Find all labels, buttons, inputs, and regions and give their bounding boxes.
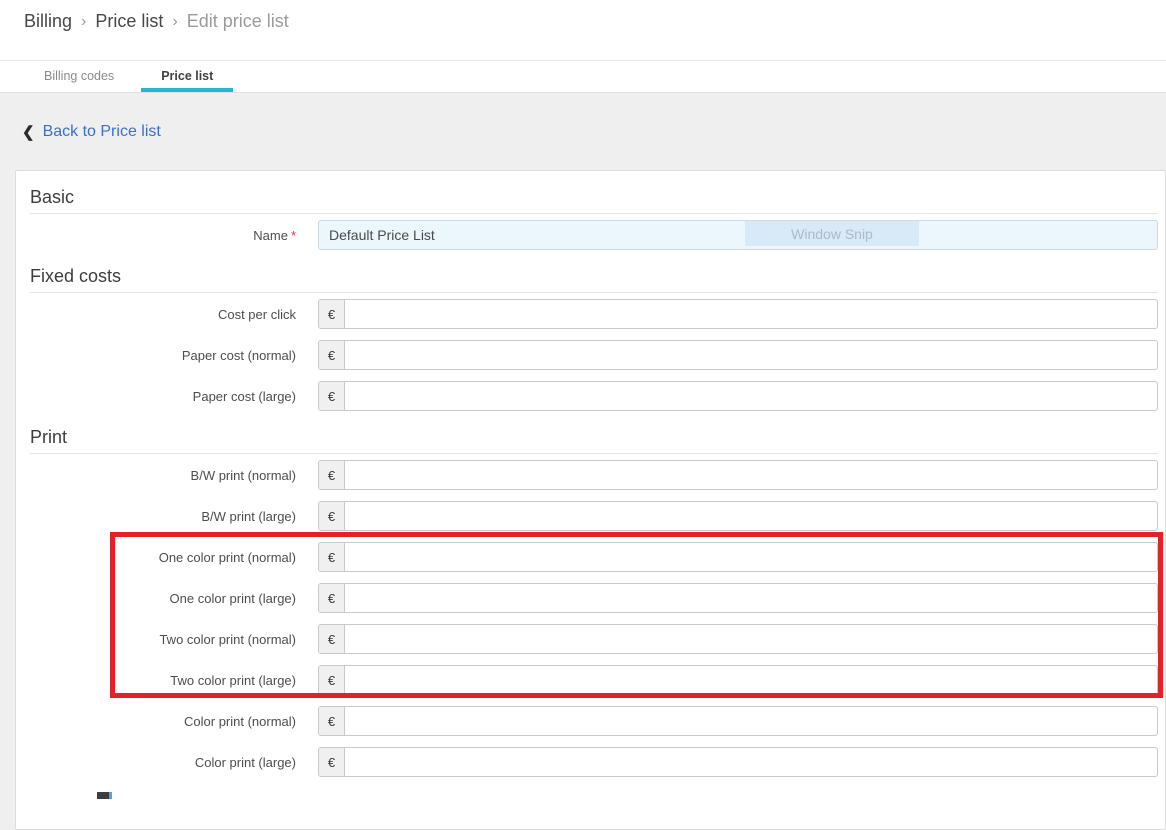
field-label: Color print (normal) xyxy=(30,714,296,729)
breadcrumb: Billing › Price list › Edit price list xyxy=(24,11,289,32)
field-label: Two color print (large) xyxy=(30,673,296,688)
field-control: € xyxy=(318,706,1158,736)
breadcrumb-item-edit-price-list: Edit price list xyxy=(187,11,289,32)
breadcrumb-separator-icon: › xyxy=(172,12,177,31)
form-row: Two color print (normal) € xyxy=(30,624,1158,654)
section-title: Print xyxy=(30,422,1158,454)
required-asterisk: * xyxy=(291,228,296,243)
tab-bar: Billing codes Price list xyxy=(0,61,1166,93)
b-w-print-large-input[interactable] xyxy=(345,502,1157,530)
currency-prefix: € xyxy=(319,748,345,776)
field-control: € xyxy=(318,460,1158,490)
name-input[interactable] xyxy=(319,221,1157,249)
paper-cost-normal-input[interactable] xyxy=(345,341,1157,369)
tab-billing-codes[interactable]: Billing codes xyxy=(24,61,134,92)
back-to-price-list-link[interactable]: ❮ Back to Price list xyxy=(22,123,161,141)
price-list-form-card: BasicName*Fixed costsCost per click€Pape… xyxy=(15,170,1166,830)
field-control: € xyxy=(318,542,1158,572)
field-label: One color print (large) xyxy=(30,591,296,606)
currency-prefix: € xyxy=(319,382,345,410)
currency-prefix: € xyxy=(319,666,345,694)
form-row: Paper cost (large) € xyxy=(30,381,1158,411)
form-row: Color print (normal) € xyxy=(30,706,1158,736)
field-label: Two color print (normal) xyxy=(30,632,296,647)
field-label: Color print (large) xyxy=(30,755,296,770)
one-color-print-normal-input[interactable] xyxy=(345,543,1157,571)
breadcrumb-item-billing[interactable]: Billing xyxy=(24,11,72,32)
field-label: B/W print (large) xyxy=(30,509,296,524)
page-header: Billing › Price list › Edit price list xyxy=(0,0,1166,61)
field-label: Paper cost (large) xyxy=(30,389,296,404)
field-control xyxy=(318,220,1158,250)
field-label: Cost per click xyxy=(30,307,296,322)
section-title: Fixed costs xyxy=(30,261,1158,293)
form-section-print: PrintB/W print (normal)€B/W print (large… xyxy=(30,422,1158,777)
two-color-print-normal-input[interactable] xyxy=(345,625,1157,653)
field-control: € xyxy=(318,340,1158,370)
form-section-fixed-costs: Fixed costsCost per click€Paper cost (no… xyxy=(30,261,1158,411)
color-print-large-input[interactable] xyxy=(345,748,1157,776)
currency-prefix: € xyxy=(319,502,345,530)
field-label: Paper cost (normal) xyxy=(30,348,296,363)
field-control: € xyxy=(318,665,1158,695)
color-print-normal-input[interactable] xyxy=(345,707,1157,735)
form-row: B/W print (large) € xyxy=(30,501,1158,531)
form-row: Two color print (large) € xyxy=(30,665,1158,695)
back-link-label: Back to Price list xyxy=(43,123,161,141)
section-rows: Cost per click€Paper cost (normal)€Paper… xyxy=(30,293,1158,411)
paper-cost-large-input[interactable] xyxy=(345,382,1157,410)
cost-per-click-input[interactable] xyxy=(345,300,1157,328)
form-row: Cost per click € xyxy=(30,299,1158,329)
two-color-print-large-input[interactable] xyxy=(345,666,1157,694)
section-rows: Name* xyxy=(30,214,1158,250)
form-row: One color print (large) € xyxy=(30,583,1158,613)
field-label: Name* xyxy=(30,228,296,243)
form-row: One color print (normal) € xyxy=(30,542,1158,572)
form-row: Paper cost (normal) € xyxy=(30,340,1158,370)
field-control: € xyxy=(318,583,1158,613)
breadcrumb-separator-icon: › xyxy=(81,12,86,31)
form-row: Color print (large) € xyxy=(30,747,1158,777)
partial-next-section-text xyxy=(97,792,112,799)
tab-price-list[interactable]: Price list xyxy=(141,61,233,92)
form-row: Name* xyxy=(30,220,1158,250)
field-label: B/W print (normal) xyxy=(30,468,296,483)
field-control: € xyxy=(318,501,1158,531)
currency-prefix: € xyxy=(319,584,345,612)
b-w-print-normal-input[interactable] xyxy=(345,461,1157,489)
section-title: Basic xyxy=(30,187,1158,214)
field-control: € xyxy=(318,381,1158,411)
field-control: € xyxy=(318,747,1158,777)
currency-prefix: € xyxy=(319,461,345,489)
currency-prefix: € xyxy=(319,341,345,369)
section-rows: B/W print (normal)€B/W print (large)€One… xyxy=(30,454,1158,777)
field-control: € xyxy=(318,624,1158,654)
form-sections: BasicName*Fixed costsCost per click€Pape… xyxy=(30,187,1158,777)
currency-prefix: € xyxy=(319,625,345,653)
currency-prefix: € xyxy=(319,707,345,735)
currency-prefix: € xyxy=(319,543,345,571)
form-section-basic: Basic Name* xyxy=(30,187,1158,250)
form-row: B/W print (normal) € xyxy=(30,460,1158,490)
currency-prefix: € xyxy=(319,300,345,328)
breadcrumb-item-price-list[interactable]: Price list xyxy=(95,11,163,32)
field-control: € xyxy=(318,299,1158,329)
field-label: One color print (normal) xyxy=(30,550,296,565)
billing-price-list-page: { "breadcrumb": { "separator": "›", "ite… xyxy=(0,0,1166,799)
chevron-left-icon: ❮ xyxy=(22,123,35,141)
one-color-print-large-input[interactable] xyxy=(345,584,1157,612)
